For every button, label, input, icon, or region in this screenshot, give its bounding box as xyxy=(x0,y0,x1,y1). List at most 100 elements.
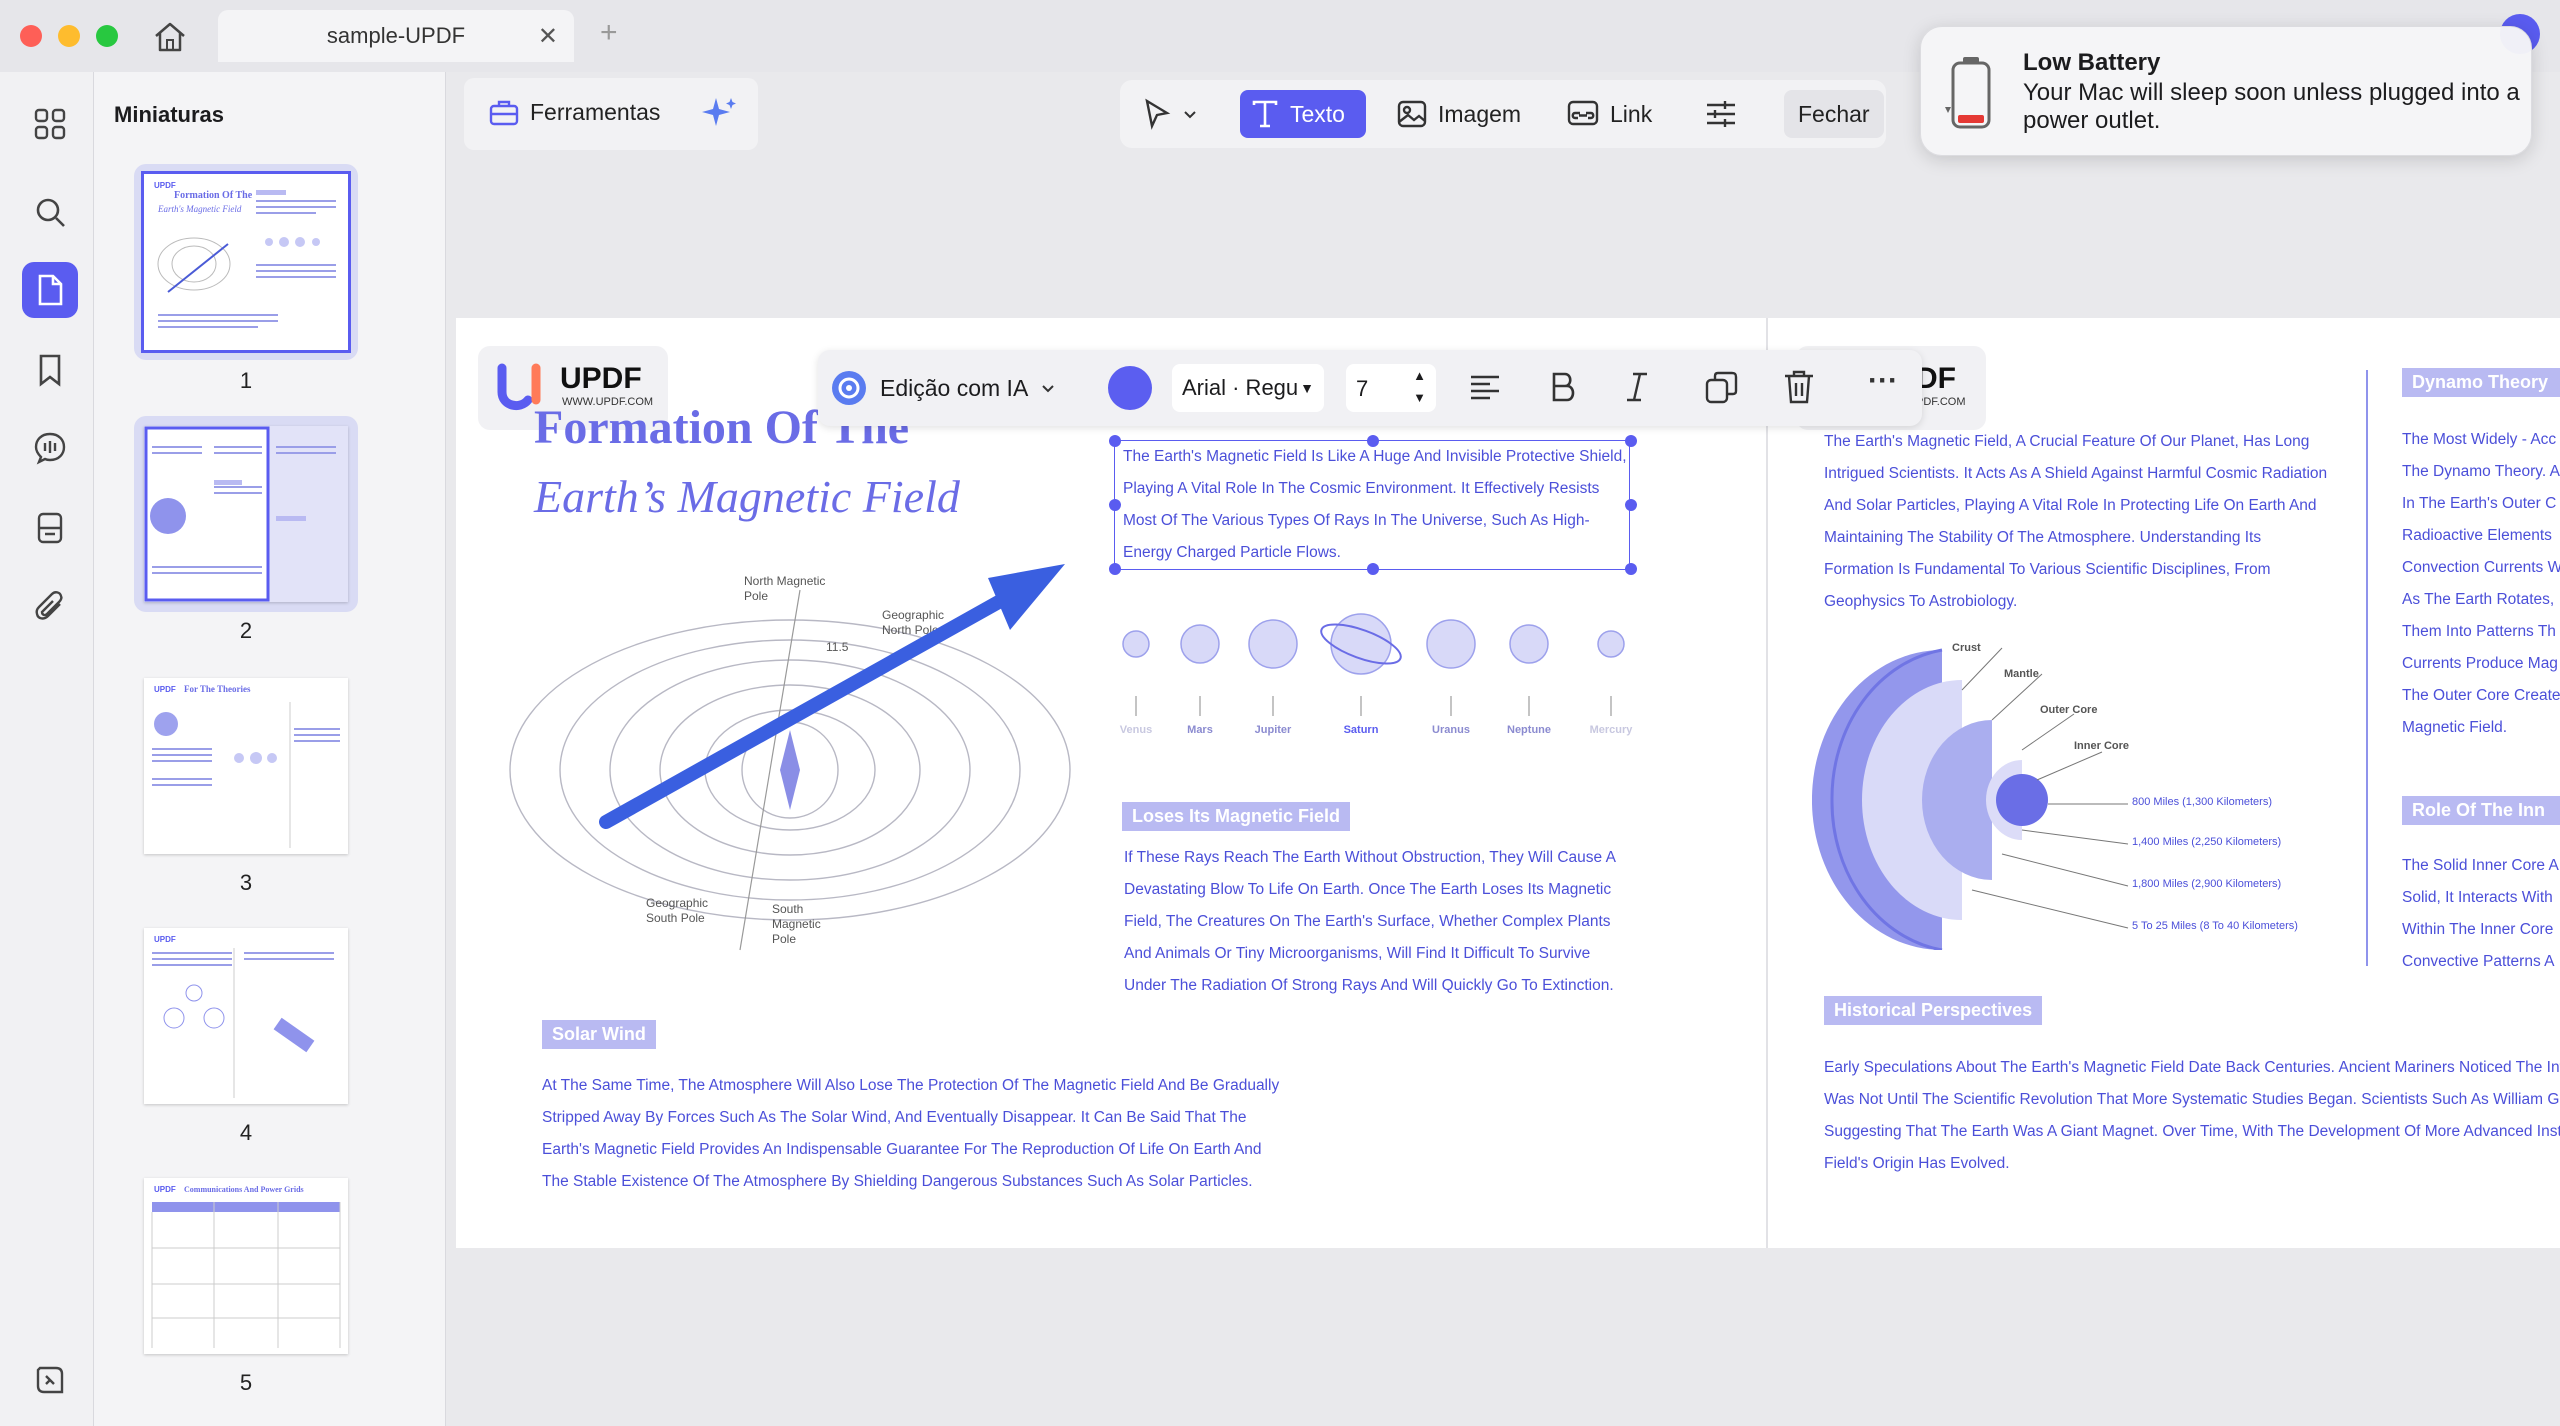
close-window-button[interactable] xyxy=(20,25,42,47)
tools-button[interactable]: Ferramentas xyxy=(478,88,670,136)
text-line: Them Into Patterns Th xyxy=(2402,623,2556,640)
bold-icon[interactable] xyxy=(1548,370,1578,406)
text-line: Currents Produce Mag xyxy=(2402,655,2558,672)
text-icon xyxy=(1252,100,1278,128)
pages-icon[interactable] xyxy=(22,262,78,318)
text-line: Convection Currents W xyxy=(2402,559,2560,576)
delete-icon[interactable] xyxy=(1782,368,1816,406)
text-line: In The Earth's Outer C xyxy=(2402,495,2557,512)
south-magnetic-pole-label: South Magnetic Pole xyxy=(772,902,821,946)
zoom-window-button[interactable] xyxy=(96,25,118,47)
arrow-annotation[interactable] xyxy=(590,548,1090,848)
low-battery-notification[interactable]: Low Battery Your Mac will sleep soon unl… xyxy=(1920,26,2532,156)
depth-label: 5 To 25 Miles (8 To 40 Kilometers) xyxy=(2132,920,2298,932)
ai-sparkle-icon[interactable] xyxy=(700,94,740,139)
text-line: The Solid Inner Core A xyxy=(2402,857,2559,874)
font-size-value: 7 xyxy=(1356,376,1369,401)
resize-handle[interactable] xyxy=(1109,563,1121,575)
text-line: The Most Widely - Acc xyxy=(2402,431,2557,448)
planet-label: Mercury xyxy=(1589,724,1633,736)
page-number: 5 xyxy=(239,1370,253,1395)
layer-label: Outer Core xyxy=(2040,704,2098,716)
history-text: Early Speculations About The Earth's Mag… xyxy=(1824,1052,2560,1180)
left-rail xyxy=(0,72,94,1426)
sidebar-toggle-icon[interactable] xyxy=(22,1352,78,1408)
notification-title: Low Battery xyxy=(2023,49,2161,76)
layer-label: Crust xyxy=(1952,642,1981,654)
text-line: Field's Origin Has Evolved. xyxy=(1824,1155,2010,1172)
page-number: 4 xyxy=(239,1120,253,1145)
image-tool-button[interactable]: Imagem xyxy=(1386,90,1531,138)
column-divider xyxy=(2366,370,2368,966)
document-tab[interactable]: sample-UPDF ✕ xyxy=(218,10,574,62)
font-size-stepper[interactable]: 7 ▲ ▼ xyxy=(1346,364,1436,412)
decrease-size-icon[interactable]: ▼ xyxy=(1413,390,1426,405)
geographic-south-pole-label: Geographic South Pole xyxy=(646,896,709,925)
resize-handle[interactable] xyxy=(1367,435,1379,447)
apps-grid-icon[interactable] xyxy=(22,96,78,152)
align-left-icon[interactable] xyxy=(1468,372,1502,404)
text-line: Was Not Until The Scientific Revolution … xyxy=(1824,1091,2560,1108)
link-tool-button[interactable]: Link xyxy=(1556,90,1662,138)
text-line: Early Speculations About The Earth's Mag… xyxy=(1824,1059,2560,1076)
font-family-select[interactable]: Arial · Regu ▼ xyxy=(1172,364,1324,412)
text-line: Suggesting That The Earth Was A Giant Ma… xyxy=(1824,1123,2560,1140)
minimize-window-button[interactable] xyxy=(58,25,80,47)
text-tool-label: Texto xyxy=(1290,100,1345,127)
properties-button[interactable] xyxy=(1694,90,1748,138)
search-icon[interactable] xyxy=(22,184,78,240)
svg-text:Formation Of The: Formation Of The xyxy=(174,190,253,201)
section-tag: Solar Wind xyxy=(542,1020,656,1049)
italic-icon[interactable] xyxy=(1622,370,1652,406)
thumbnail-image xyxy=(144,426,348,602)
logo-url: PDF.COM xyxy=(1916,396,1966,408)
copy-icon[interactable] xyxy=(1704,370,1740,406)
svg-text:UPDF: UPDF xyxy=(154,685,176,694)
resize-handle[interactable] xyxy=(1109,499,1121,511)
logo-text: DF xyxy=(1916,362,1956,395)
thumbnail-page-2[interactable] xyxy=(134,416,358,612)
thumbnail-page-1[interactable]: UPDF Formation Of The Earth's Magnetic Fie… xyxy=(134,164,358,360)
svg-text:Communications And Power Grids: Communications And Power Grids xyxy=(184,1185,304,1194)
select-tool-button[interactable] xyxy=(1132,90,1208,138)
resize-handle[interactable] xyxy=(1625,563,1637,575)
comments-icon[interactable] xyxy=(22,420,78,476)
thumbnail-page-5[interactable]: UPDF Communications And Power Grids xyxy=(134,1168,358,1364)
resize-handle[interactable] xyxy=(1625,435,1637,447)
page-number: 2 xyxy=(239,618,253,643)
planets-diagram xyxy=(1122,613,1625,716)
thumbnail-image: UPDF xyxy=(144,928,348,1104)
text-line: Within The Inner Core xyxy=(2402,921,2554,938)
section-paragraph: At The Same Time, The Atmosphere Will Al… xyxy=(542,1077,1280,1190)
text-tool-button[interactable]: Texto xyxy=(1240,90,1366,138)
bookmark-icon[interactable] xyxy=(22,342,78,398)
image-icon xyxy=(1397,100,1427,128)
ai-edit-dropdown[interactable]: Edição com IA xyxy=(830,364,1056,412)
resize-handle[interactable] xyxy=(1109,435,1121,447)
svg-text:UPDF: UPDF xyxy=(154,181,176,190)
attachment-icon[interactable] xyxy=(22,578,78,634)
more-options-icon[interactable]: ··· xyxy=(1868,364,1898,398)
text-color-swatch[interactable] xyxy=(1108,366,1152,410)
selected-paragraph[interactable]: The Earth's Magnetic Field Is Like A Hug… xyxy=(1123,441,1629,569)
link-tool-label: Link xyxy=(1610,100,1653,127)
increase-size-icon[interactable]: ▲ xyxy=(1413,368,1426,383)
chevron-down-icon xyxy=(1042,385,1055,393)
thumbnail-page-4[interactable]: UPDF xyxy=(134,918,358,1114)
close-tab-icon[interactable]: ✕ xyxy=(538,22,558,51)
resize-handle[interactable] xyxy=(1367,563,1379,575)
resize-handle[interactable] xyxy=(1625,499,1637,511)
thumbnail-page-3[interactable]: UPDF For The Theories xyxy=(134,668,358,864)
battery-icon xyxy=(1945,57,1991,129)
text-line: Radioactive Elements xyxy=(2402,527,2552,544)
ai-edit-label: Edição com IA xyxy=(880,374,1029,401)
dynamo-text: The Most Widely - Acc The Dynamo Theory.… xyxy=(2402,424,2560,744)
depth-label: 1,800 Miles (2,900 Kilometers) xyxy=(2132,878,2282,890)
layer-label: Inner Core xyxy=(2074,740,2130,752)
new-tab-button[interactable]: + xyxy=(600,16,618,50)
home-icon[interactable] xyxy=(150,18,190,54)
page-title-line2: Earth’s Magnetic Field xyxy=(534,471,960,522)
selected-text-box[interactable]: The Earth's Magnetic Field Is Like A Hug… xyxy=(1109,435,1637,575)
organize-icon[interactable] xyxy=(22,500,78,556)
close-edit-button[interactable]: Fechar xyxy=(1784,90,1884,138)
